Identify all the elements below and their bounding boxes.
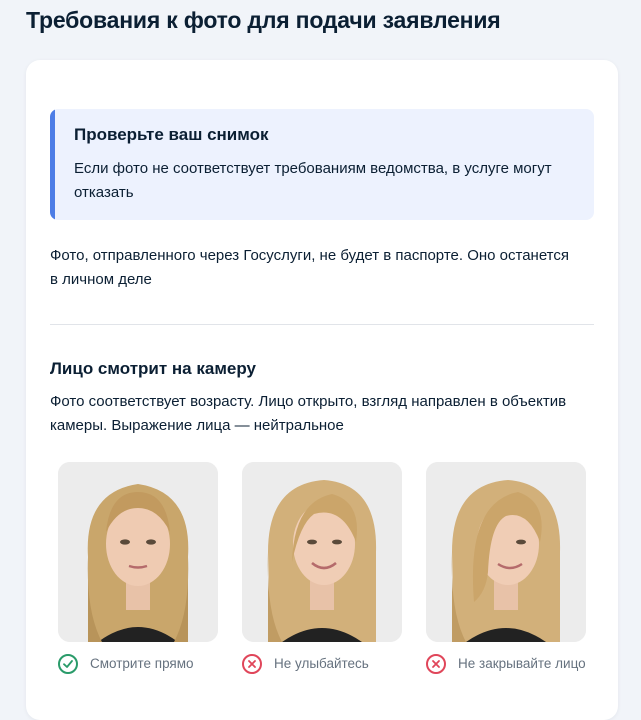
verdict-label: Не улыбайтесь [274,656,369,671]
requirements-card: Проверьте ваш снимок Если фото не соотве… [26,60,618,720]
alert-accent-bar [50,109,55,220]
photo-example-straight: Смотрите прямо [58,462,218,674]
divider [50,324,594,325]
section-title: Лицо смотрит на камеру [50,359,256,378]
verdict-no-smile: Не улыбайтесь [242,654,402,674]
section-text: Фото соответствует возрасту. Лицо открыт… [50,393,567,434]
info-text: Фото, отправленного через Госуслуги, не … [50,247,570,288]
verdict-look-straight: Смотрите прямо [58,654,218,674]
verdict-label: Не закрывайте лицо [458,656,586,671]
check-circle-icon [58,654,78,674]
alert-text: Если фото не соответствует требованиям в… [74,160,552,201]
cross-circle-icon [426,654,446,674]
page-title: Требования к фото для подачи заявления [26,7,501,33]
example-photo [242,462,402,642]
verdict-no-cover: Не закрывайте лицо [426,654,586,674]
verdict-label: Смотрите прямо [90,656,194,671]
photo-example-hair: Не закрывайте лицо [426,462,586,674]
photo-example-smile: Не улыбайтесь [242,462,402,674]
example-photo [58,462,218,642]
alert-title: Проверьте ваш снимок [74,125,269,144]
example-photo [426,462,586,642]
cross-circle-icon [242,654,262,674]
